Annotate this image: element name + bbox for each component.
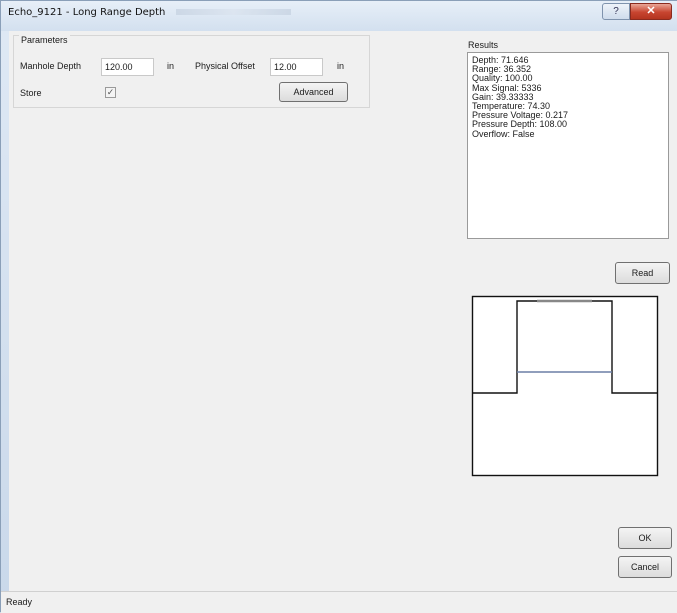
manhole-depth-input[interactable]: 120.00 xyxy=(101,58,154,76)
results-label: Results xyxy=(468,40,499,50)
manhole-diagram xyxy=(471,295,661,478)
manhole-diagram-svg xyxy=(471,295,659,477)
help-button[interactable]: ? xyxy=(602,3,630,20)
title-bar[interactable]: Echo_9121 - Long Range Depth ? ✕ xyxy=(1,1,677,31)
caption-buttons: ? ✕ xyxy=(602,3,672,20)
store-label: Store xyxy=(20,88,42,98)
manhole-depth-label: Manhole Depth xyxy=(20,61,82,71)
client-area: Parameters Manhole Depth 120.00 in Physi… xyxy=(9,31,677,591)
title-bar-ghost xyxy=(176,9,291,15)
store-checkbox[interactable]: ✓ xyxy=(105,87,116,98)
advanced-button[interactable]: Advanced xyxy=(279,82,348,102)
app-window: Echo_9121 - Long Range Depth ? ✕ Paramet… xyxy=(0,0,677,613)
parameters-group-label: Parameters xyxy=(19,35,70,45)
results-textbox[interactable]: Depth: 71.646 Range: 36.352 Quality: 100… xyxy=(467,52,669,239)
status-bar: Ready xyxy=(1,591,677,613)
result-line: Overflow: False xyxy=(472,128,535,139)
cancel-button[interactable]: Cancel xyxy=(618,556,672,578)
window-title: Echo_9121 - Long Range Depth xyxy=(8,7,166,18)
physical-offset-label: Physical Offset xyxy=(195,61,255,71)
manhole-depth-unit: in xyxy=(167,61,175,71)
status-text: Ready xyxy=(6,597,33,607)
ok-button[interactable]: OK xyxy=(618,527,672,549)
read-button[interactable]: Read xyxy=(615,262,670,284)
parameters-group: Parameters Manhole Depth 120.00 in Physi… xyxy=(13,35,370,108)
close-button[interactable]: ✕ xyxy=(630,3,672,20)
physical-offset-unit: in xyxy=(337,61,345,71)
diagram-frame xyxy=(471,295,659,477)
physical-offset-input[interactable]: 12.00 xyxy=(270,58,323,76)
